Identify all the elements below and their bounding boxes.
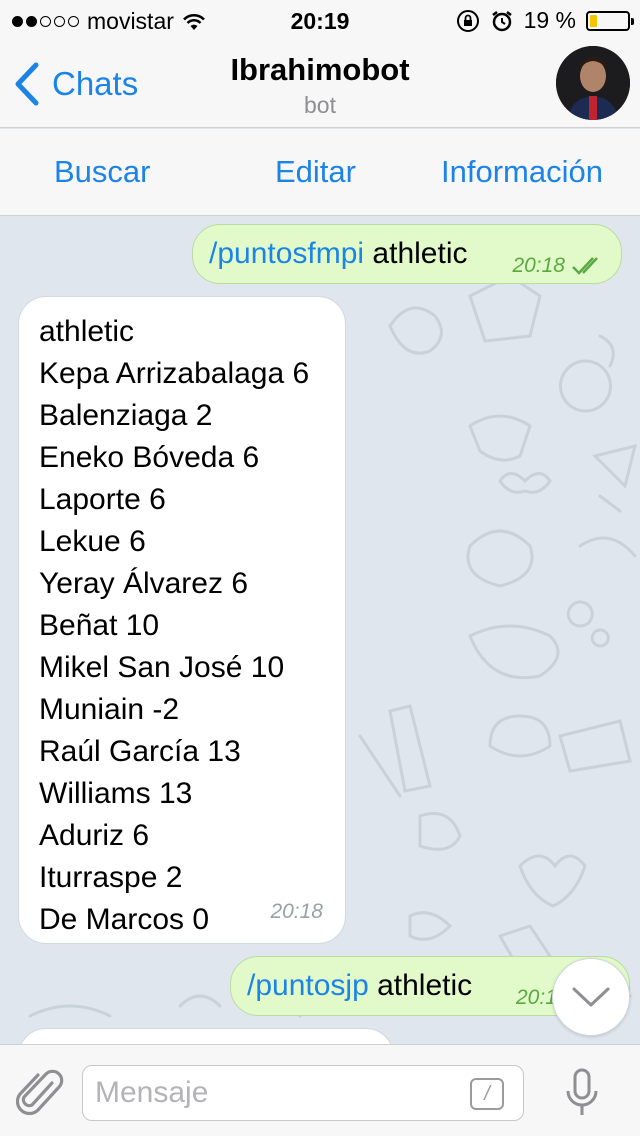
command-link[interactable]: /puntosfmpi: [209, 237, 364, 270]
incoming-message-partial[interactable]: athletic: [18, 1028, 394, 1044]
navigation-bar: Chats Ibrahimobot bot: [0, 40, 640, 128]
info-button[interactable]: Información: [441, 154, 603, 190]
message-line: Laporte 6: [39, 483, 166, 516]
message-line: Aduriz 6: [39, 819, 150, 852]
slash-command-icon[interactable]: /: [470, 1078, 504, 1110]
scroll-to-bottom-button[interactable]: [552, 958, 630, 1036]
message-line: Balenziaga 2: [39, 399, 213, 432]
search-button[interactable]: Buscar: [54, 154, 150, 190]
message-line: Eneko Bóveda 6: [39, 441, 260, 474]
alarm-icon: [491, 10, 512, 31]
message-line: Kepa Arrizabalaga 6: [39, 357, 310, 390]
battery-fill: [590, 14, 597, 27]
avatar[interactable]: [556, 46, 630, 120]
message-line: Mikel San José 10: [39, 651, 285, 684]
status-right: 19 %: [456, 7, 634, 34]
chat-title[interactable]: Ibrahimobot: [0, 52, 640, 88]
command-link[interactable]: /puntosjp: [247, 969, 369, 1002]
status-bar: movistar 20:19 19 %: [0, 0, 640, 40]
message-line: athletic: [39, 315, 135, 348]
message-line: Lekue 6: [39, 525, 146, 558]
outgoing-message[interactable]: /puntosfmpi athletic 20:18: [192, 224, 622, 284]
chat-area[interactable]: /puntosfmpi athletic 20:18 athletic Kepa …: [0, 216, 640, 1044]
orientation-lock-icon: [456, 9, 479, 32]
message-time: 20:18: [512, 254, 565, 277]
edit-button[interactable]: Editar: [275, 154, 356, 190]
chat-subtitle: bot: [304, 92, 336, 118]
paperclip-icon[interactable]: [16, 1067, 64, 1119]
microphone-icon[interactable]: [564, 1067, 600, 1119]
double-check-icon: [572, 257, 598, 275]
message-line: Raúl García 13: [39, 735, 241, 768]
message-line: Muniain -2: [39, 693, 180, 726]
message-time: 20:18: [270, 900, 323, 923]
message-input-bar: /: [0, 1044, 640, 1136]
message-input[interactable]: [82, 1065, 524, 1121]
chat-action-bar: Buscar Editar Información: [0, 129, 640, 216]
chevron-down-icon: [572, 987, 610, 1007]
incoming-message[interactable]: athletic Kepa Arrizabalaga 6 Balenziaga 2 E…: [18, 296, 346, 944]
message-lines: athletic Kepa Arrizabalaga 6 Balenziaga 2 E…: [39, 311, 325, 941]
message-line: Williams 13: [39, 777, 193, 810]
battery-icon: [586, 10, 634, 31]
message-line: Yeray Álvarez 6: [39, 567, 249, 600]
battery-percent: 19 %: [523, 7, 576, 33]
message-line: Beñat 10: [39, 609, 160, 642]
message-text: athletic: [364, 237, 468, 270]
message-text: athletic: [368, 969, 473, 1002]
message-time: 20:1: [516, 986, 557, 1009]
